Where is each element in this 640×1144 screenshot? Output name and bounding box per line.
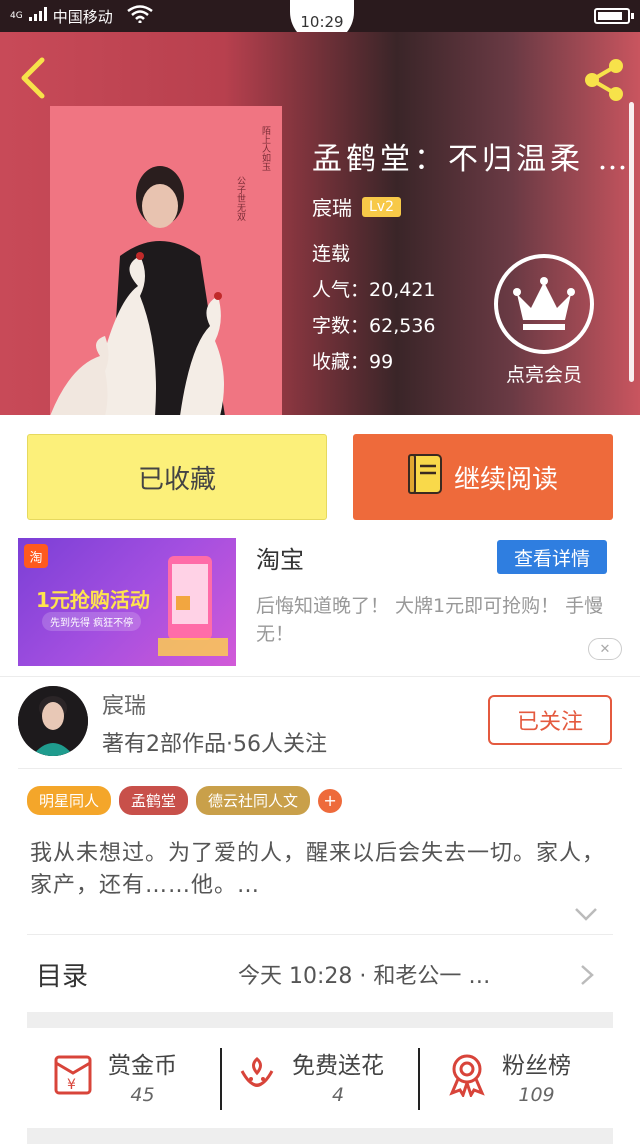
- tag-list: 明星同人 孟鹤堂 德云社同人文 +: [27, 786, 343, 815]
- toc-latest-chapter[interactable]: 今天 10:28 · 和老公一 …: [238, 958, 558, 990]
- stat-value: 109: [518, 1084, 555, 1106]
- ad-headline: 1元抢购活动: [36, 588, 150, 612]
- continue-reading-button[interactable]: 继续阅读: [353, 434, 613, 520]
- divider: [27, 934, 613, 935]
- ad-title: 淘宝: [256, 546, 304, 574]
- svg-text:陌上人如玉: 陌上人如玉: [260, 126, 271, 171]
- section-divider: [27, 1128, 613, 1144]
- tag-item[interactable]: 德云社同人文: [196, 786, 311, 815]
- ad-description: 后悔知道晚了！ 大牌1元即可抢购！ 手慢无！: [256, 595, 604, 645]
- author-card-info: 著有2部作品·56人关注: [102, 732, 327, 757]
- add-tag-button[interactable]: +: [318, 788, 343, 813]
- popularity-value: 20,421: [369, 279, 436, 301]
- book-author-row: 宸瑞 Lv2: [312, 192, 401, 221]
- book-status: 连载: [312, 243, 351, 265]
- network-indicator: 4G: [10, 11, 23, 21]
- ad-details-button[interactable]: 查看详情: [497, 540, 607, 574]
- chevron-down-icon[interactable]: [574, 906, 598, 922]
- taobao-logo-icon: 淘: [24, 544, 48, 568]
- popularity-row: 人气：20,421: [312, 279, 436, 301]
- status-bar: 4G 中国移动 10:29: [0, 0, 640, 44]
- book-author[interactable]: 宸瑞: [312, 192, 352, 221]
- divider: [18, 768, 622, 769]
- tag-item[interactable]: 孟鹤堂: [119, 786, 189, 815]
- ad-close-icon[interactable]: ✕: [588, 638, 622, 660]
- favorites-row: 收藏：99: [312, 351, 394, 373]
- send-flower-button[interactable]: 免费送花 4: [234, 1046, 384, 1106]
- stat-value: 4: [331, 1084, 345, 1106]
- synopsis: 我从未想过。为了爱的人，醒来以后会失去一切。家人，家产，还有……他。…: [30, 841, 606, 898]
- crown-icon: [494, 254, 594, 354]
- wifi-icon: [126, 5, 153, 27]
- book-title: 孟鹤堂：不归温柔 …: [312, 142, 632, 177]
- stat-label: 免费送花: [292, 1053, 384, 1079]
- divider: [0, 676, 640, 677]
- word-count-value: 62,536: [369, 315, 436, 337]
- svg-text:¥: ¥: [67, 1077, 76, 1093]
- follow-button[interactable]: 已关注: [488, 695, 612, 745]
- author-level-badge: Lv2: [362, 196, 401, 217]
- carrier-name: 中国移动: [52, 7, 113, 26]
- section-divider: [27, 1012, 613, 1028]
- battery-icon: [594, 8, 634, 24]
- ad-subline: 先到先得 疯狂不停: [42, 612, 142, 631]
- scrollbar[interactable]: [629, 102, 634, 382]
- word-count-row: 字数：62,536: [312, 315, 436, 337]
- ad-banner-image[interactable]: 淘 1元抢购活动 先到先得 疯狂不停: [18, 538, 236, 666]
- chevron-right-icon[interactable]: [580, 964, 594, 986]
- book-meta: 连载 人气：20,421 字数：62,536 收藏：99: [312, 236, 436, 380]
- favorites-value: 99: [369, 351, 394, 373]
- flower-icon: [234, 1051, 280, 1101]
- vip-button[interactable]: 点亮会员: [494, 254, 594, 387]
- toc-label[interactable]: 目录: [36, 956, 88, 993]
- stat-label: 粉丝榜: [502, 1053, 571, 1079]
- separator: [418, 1048, 420, 1110]
- stat-value: 45: [130, 1084, 155, 1106]
- author-avatar[interactable]: [18, 686, 88, 756]
- book-icon: [407, 453, 442, 501]
- vip-label: 点亮会员: [505, 364, 582, 386]
- stat-label: 赏金币: [108, 1053, 177, 1079]
- reward-coins-button[interactable]: ¥ 赏金币 45: [50, 1046, 177, 1106]
- signal-icon: [28, 7, 47, 25]
- book-header: 陌上人如玉 公子世无双 孟鹤堂：不归温柔 … 宸瑞 Lv2 连载 人气：20,4…: [0, 32, 640, 415]
- continue-reading-label: 继续阅读: [453, 464, 558, 495]
- book-cover-image[interactable]: 陌上人如玉 公子世无双: [50, 106, 282, 415]
- medal-icon: [444, 1051, 490, 1101]
- author-card-name[interactable]: 宸瑞: [102, 688, 146, 720]
- collected-button[interactable]: 已收藏: [27, 434, 327, 520]
- fan-ranking-button[interactable]: 粉丝榜 109: [444, 1046, 571, 1106]
- share-icon[interactable]: [580, 56, 628, 104]
- red-envelope-icon: ¥: [50, 1051, 96, 1101]
- svg-text:公子世无双: 公子世无双: [235, 176, 246, 222]
- tag-item[interactable]: 明星同人: [27, 786, 112, 815]
- back-arrow-icon[interactable]: [16, 56, 52, 100]
- separator: [220, 1048, 222, 1110]
